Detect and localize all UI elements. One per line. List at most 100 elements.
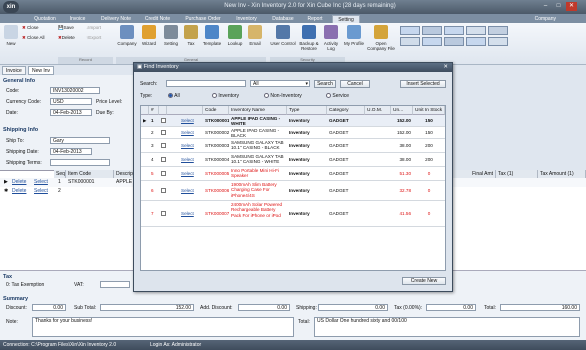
inventory-row[interactable]: 3 Select STK000003 SAMSUNG GALAXY TAB 10… <box>141 139 445 153</box>
tab-invoice[interactable]: Invoice <box>2 66 26 75</box>
menu-delivery-note[interactable]: Delivery Note <box>94 15 138 23</box>
menu-credit-note[interactable]: Credit Note <box>140 15 175 23</box>
row-checkbox[interactable] <box>161 130 166 135</box>
search-button[interactable]: Search <box>314 80 336 88</box>
row-select-link[interactable]: Select <box>179 142 201 149</box>
row-checkbox[interactable] <box>161 157 166 162</box>
tax-value[interactable]: 0: Tax Exemption <box>6 282 44 288</box>
row-select-link[interactable]: Select <box>179 129 201 136</box>
new-button[interactable]: New <box>3 25 19 55</box>
type-radio-non-inventory[interactable]: Non-Inventory <box>264 93 302 99</box>
company-button[interactable]: Company <box>116 25 138 55</box>
lookup-button[interactable]: Lookup <box>224 25 246 55</box>
menu-purchase-order[interactable]: Purchase Order <box>180 15 226 23</box>
cancel-button[interactable]: Cancel <box>340 80 370 88</box>
close-all-icon: ✖ <box>22 35 26 40</box>
inventory-row[interactable]: 7 Select STK000007 2400mAh Solar Powered… <box>141 201 445 227</box>
inventory-row[interactable]: 2 Select STK000002 APPLE IPAD CASING - B… <box>141 127 445 139</box>
row-checkbox[interactable] <box>161 171 166 176</box>
insert-selected-button[interactable]: Insert Selected <box>400 80 446 88</box>
date-field[interactable]: 04-Feb-2013 <box>50 109 92 116</box>
vat-field[interactable] <box>100 281 130 288</box>
row-delete-link[interactable]: Delete <box>12 188 26 194</box>
shipping-field[interactable]: 0.00 <box>318 304 388 311</box>
row-checkbox[interactable] <box>161 188 166 193</box>
add-discount-field[interactable]: 0.00 <box>238 304 290 311</box>
email-button[interactable]: Email <box>246 25 264 55</box>
radio-icon <box>264 93 269 99</box>
menu-invoice[interactable]: Invoice <box>65 15 90 23</box>
row-delete-link[interactable]: Delete <box>12 179 26 185</box>
theme-swatch[interactable] <box>400 26 420 35</box>
search-input[interactable] <box>166 80 246 87</box>
row-checkbox[interactable] <box>161 143 166 148</box>
dialog-close-icon[interactable]: ✕ <box>443 63 448 72</box>
ship-to-field[interactable]: Gary <box>50 137 110 144</box>
row-select-link[interactable]: Select <box>179 170 201 177</box>
row-select-link[interactable]: Select <box>179 117 201 124</box>
open-company-file-button[interactable]: Open Company File <box>366 25 396 55</box>
row-select-link[interactable]: Select <box>34 188 48 194</box>
theme-swatch[interactable] <box>444 26 464 35</box>
inventory-row[interactable]: 6 Select STK000006 1900mAh Slim Battery … <box>141 181 445 201</box>
wizard-button[interactable]: Wizard <box>139 25 159 55</box>
create-new-button[interactable]: Create New <box>402 277 446 285</box>
row-category: GADGET <box>329 130 349 135</box>
row-select-link[interactable]: Select <box>179 187 201 194</box>
row-checkbox[interactable] <box>161 211 166 216</box>
row-checkbox[interactable] <box>161 118 166 123</box>
shipping-date-field[interactable]: 04-Feb-2013 <box>50 148 92 155</box>
minimize-icon[interactable]: – <box>540 2 551 11</box>
theme-swatch[interactable] <box>400 37 420 46</box>
tax-icon <box>184 25 198 39</box>
user-control-button[interactable]: User Control <box>270 25 296 55</box>
type-radio-all[interactable]: All <box>168 93 180 99</box>
theme-swatch[interactable] <box>422 37 442 46</box>
backup-restore-button[interactable]: Backup & Restore <box>297 25 321 55</box>
row-select-link[interactable]: Select <box>179 210 201 217</box>
theme-swatch[interactable] <box>488 26 508 35</box>
amount-in-words-field: US Dollar One hundred sixty and 00/100 <box>314 317 580 337</box>
menu-setting[interactable]: Setting <box>332 15 360 23</box>
menu-quotation[interactable]: Quotation <box>30 15 60 23</box>
menu-inventory[interactable]: Inventory <box>230 15 263 23</box>
lookup-icon <box>228 25 242 39</box>
activity-log-button[interactable]: Activity Log <box>322 25 340 55</box>
filter-dropdown[interactable]: All ▾ <box>250 80 310 87</box>
setting-button[interactable]: Setting <box>160 25 182 55</box>
code-field[interactable]: INV13020002 <box>50 87 100 94</box>
inventory-row[interactable]: 4 Select STK000004 SAMSUNG GALAXY TAB 10… <box>141 153 445 167</box>
inventory-row[interactable]: ▶ 1 Select STK000001 APPLE IPAD CASING -… <box>141 115 445 127</box>
close-icon[interactable]: ✕ <box>566 2 577 11</box>
row-select-link[interactable]: Select <box>179 156 201 163</box>
close-all-button[interactable]: ✖ Close All <box>22 35 56 65</box>
menu-database[interactable]: Database <box>268 15 298 23</box>
row-item-code[interactable]: STK000001 <box>68 179 94 185</box>
discount-field[interactable]: 0.00 <box>32 304 66 311</box>
wizard-icon <box>142 25 156 39</box>
email-icon <box>248 25 262 39</box>
document-tabs: Invoice New Inv <box>0 66 135 75</box>
template-button[interactable]: Template <box>200 25 224 55</box>
type-radio-service[interactable]: Service <box>326 93 349 99</box>
maximize-icon[interactable]: □ <box>553 2 564 11</box>
theme-swatch[interactable] <box>444 37 464 46</box>
tab-new-inv[interactable]: New Inv <box>28 66 55 75</box>
company-menu[interactable]: Company <box>535 15 556 23</box>
theme-swatch[interactable] <box>466 37 486 46</box>
inventory-row[interactable]: 5 Select STK000005 Inno Portable Mini Hi… <box>141 167 445 181</box>
row-select-link[interactable]: Select <box>34 179 48 185</box>
my-profile-button[interactable]: My Profile <box>343 25 365 55</box>
theme-swatch[interactable] <box>422 26 442 35</box>
find-inventory-dialog: ▣ Find Inventory ✕ Search: All ▾ Search C… <box>133 62 453 292</box>
note-field[interactable]: Thanks for your business! <box>32 317 294 337</box>
theme-gallery[interactable] <box>400 26 580 56</box>
shipping-terms-field[interactable] <box>50 159 110 166</box>
row-name: Inno Portable Mini Hi-Fi Speaker <box>231 168 279 179</box>
type-radio-inventory[interactable]: Inventory <box>212 93 239 99</box>
tax-button[interactable]: Tax <box>183 25 199 55</box>
theme-swatch[interactable] <box>466 26 486 35</box>
currency-field[interactable]: USD <box>50 98 92 105</box>
theme-swatch[interactable] <box>488 37 508 46</box>
menu-report[interactable]: Report <box>302 15 328 23</box>
